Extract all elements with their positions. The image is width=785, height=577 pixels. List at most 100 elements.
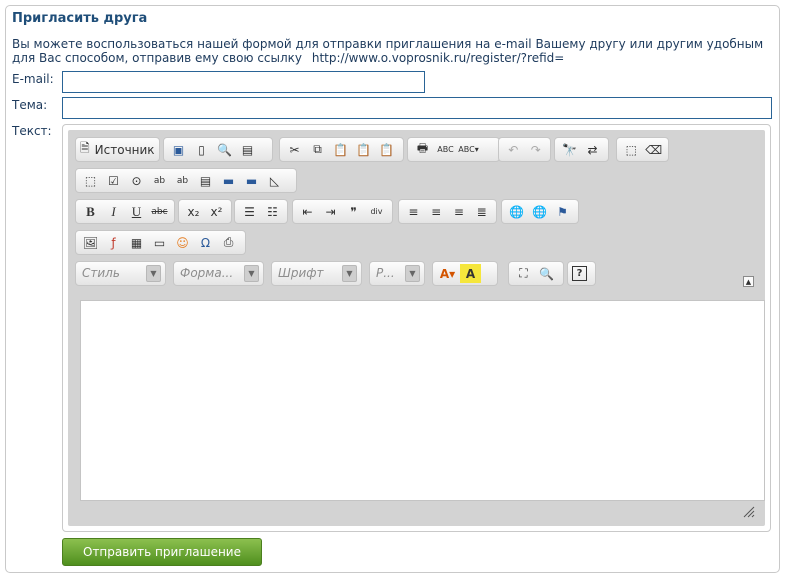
email-field[interactable] <box>62 71 425 93</box>
preview-icon[interactable]: 🔍 <box>214 140 235 159</box>
toolbar-group-forms: ⬚ ☑ ⊙ ab ab ▤ ▬ ▬ ◺ <box>75 168 297 193</box>
toolbar-group-basic-styles: B I U abc <box>75 199 175 224</box>
chevron-down-icon: ▼ <box>405 265 420 282</box>
text-color-icon[interactable]: A▾ <box>437 264 458 283</box>
align-center-icon[interactable]: ≡ <box>426 202 447 221</box>
subject-label: Тема: <box>12 98 48 112</box>
page-title: Пригласить друга <box>12 11 148 26</box>
undo-icon[interactable]: ↶ <box>503 140 524 159</box>
spellcheck-dropdown-icon[interactable]: ABC▾ <box>458 140 479 159</box>
collapse-toolbar-icon[interactable]: ▲ <box>743 276 754 287</box>
paste-icon[interactable]: 📋 <box>330 140 351 159</box>
style-select[interactable]: Стиль ▼ <box>75 261 166 286</box>
toolbar-group-links: 🌐 🌐 ⚑ <box>501 199 579 224</box>
chevron-down-icon: ▼ <box>244 265 259 282</box>
indent-icon[interactable]: ⇥ <box>320 202 341 221</box>
description: Вы можете воспользоваться нашей формой д… <box>12 37 772 65</box>
form-icon[interactable]: ⬚ <box>80 171 101 190</box>
bg-color-icon[interactable]: A <box>460 264 481 283</box>
toolbar-group-insert: 🖼 ƒ ▦ ▭ ☺ Ω ⎙ <box>75 230 246 255</box>
numbered-list-icon[interactable]: ☰ <box>239 202 260 221</box>
toolbar-group-file: ▣ ▯ 🔍 ▤ <box>163 137 273 162</box>
toolbar-group-lists: ☰ ☷ <box>234 199 288 224</box>
email-label: E-mail: <box>12 72 54 86</box>
editor-chrome: 🗎 Источник ▣ ▯ 🔍 ▤ ✂ ⧉ 📋 📋 📋 🖶 ABC ABC▾ … <box>68 130 765 526</box>
maximize-icon[interactable]: ⛶ <box>513 264 534 283</box>
special-char-icon[interactable]: Ω <box>195 233 216 252</box>
align-right-icon[interactable]: ≡ <box>449 202 470 221</box>
templates-icon[interactable]: ▤ <box>237 140 258 159</box>
horizontal-rule-icon[interactable]: ▭ <box>149 233 170 252</box>
editor-content-area[interactable] <box>80 300 765 501</box>
cut-icon[interactable]: ✂ <box>284 140 305 159</box>
div-icon[interactable]: div <box>366 202 387 221</box>
anchor-icon[interactable]: ⚑ <box>552 202 573 221</box>
unlink-icon[interactable]: 🌐 <box>529 202 550 221</box>
paste-text-icon[interactable]: 📋 <box>353 140 374 159</box>
source-button[interactable]: Источник <box>92 140 158 159</box>
style-placeholder: Стиль <box>82 266 120 280</box>
toolbar-group-colors: A▾ A <box>432 261 498 286</box>
checkbox-icon[interactable]: ☑ <box>103 171 124 190</box>
bulleted-list-icon[interactable]: ☷ <box>262 202 283 221</box>
bold-icon[interactable]: B <box>80 202 101 221</box>
toolbar-group-about: ? <box>567 261 596 286</box>
copy-icon[interactable]: ⧉ <box>307 140 328 159</box>
resize-handle-icon[interactable] <box>743 506 755 518</box>
outdent-icon[interactable]: ⇤ <box>297 202 318 221</box>
document-icon: 🗎 <box>80 141 90 155</box>
smiley-icon[interactable]: ☺ <box>172 233 193 252</box>
chevron-down-icon: ▼ <box>342 265 357 282</box>
select-all-icon[interactable]: ⬚ <box>621 140 642 159</box>
image-icon[interactable]: 🖼 <box>80 233 101 252</box>
flash-icon[interactable]: ƒ <box>103 233 124 252</box>
format-select[interactable]: Форма... ▼ <box>173 261 264 286</box>
toolbar-group-clipboard: ✂ ⧉ 📋 📋 📋 <box>279 137 404 162</box>
superscript-icon[interactable]: x² <box>206 202 227 221</box>
table-icon[interactable]: ▦ <box>126 233 147 252</box>
redo-icon[interactable]: ↷ <box>526 140 547 159</box>
size-select[interactable]: Р... ▼ <box>369 261 425 286</box>
justify-icon[interactable]: ≣ <box>471 202 492 221</box>
remove-format-icon[interactable]: ⌫ <box>644 140 665 159</box>
text-label: Текст: <box>12 124 52 138</box>
font-select[interactable]: Шрифт ▼ <box>271 261 362 286</box>
print-icon[interactable]: 🖶 <box>412 140 433 159</box>
toolbar-group-align: ≡ ≡ ≡ ≣ <box>398 199 497 224</box>
link-icon[interactable]: 🌐 <box>506 202 527 221</box>
textarea-icon[interactable]: ab <box>172 171 193 190</box>
spellcheck-icon[interactable]: ABC <box>435 140 456 159</box>
show-blocks-icon[interactable]: 🔍 <box>536 264 557 283</box>
subject-field[interactable] <box>62 97 772 119</box>
underline-icon[interactable]: U <box>126 202 147 221</box>
toolbar-group-indent: ⇤ ⇥ ❞ div <box>292 199 393 224</box>
submit-invite-button[interactable]: Отправить приглашение <box>62 538 262 566</box>
strikethrough-icon[interactable]: abc <box>149 202 170 221</box>
italic-icon[interactable]: I <box>103 202 124 221</box>
page-break-icon[interactable]: ⎙ <box>218 233 239 252</box>
size-placeholder: Р... <box>376 266 395 280</box>
radio-icon[interactable]: ⊙ <box>126 171 147 190</box>
about-icon[interactable]: ? <box>572 266 587 281</box>
chevron-down-icon: ▼ <box>146 265 161 282</box>
replace-icon[interactable]: ⇄ <box>582 140 603 159</box>
toolbar-group-tools: ⛶ 🔍 <box>508 261 564 286</box>
font-placeholder: Шрифт <box>278 266 324 280</box>
paste-word-icon[interactable]: 📋 <box>376 140 397 159</box>
toolbar-group-history: ↶ ↷ <box>498 137 551 162</box>
find-icon[interactable]: 🔭 <box>559 140 580 159</box>
select-icon[interactable]: ▤ <box>195 171 216 190</box>
save-icon[interactable]: ▣ <box>168 140 189 159</box>
toolbar-group-script: x₂ x² <box>178 199 232 224</box>
textfield-icon[interactable]: ab <box>149 171 170 190</box>
hidden-field-icon[interactable]: ◺ <box>264 171 285 190</box>
align-left-icon[interactable]: ≡ <box>403 202 424 221</box>
toolbar-group-print: 🖶 ABC ABC▾ <box>407 137 500 162</box>
image-button-icon[interactable]: ▬ <box>241 171 262 190</box>
referral-url: http://www.o.voprosnik.ru/register/?refi… <box>311 51 565 65</box>
subscript-icon[interactable]: x₂ <box>183 202 204 221</box>
new-page-icon[interactable]: ▯ <box>191 140 212 159</box>
blockquote-icon[interactable]: ❞ <box>343 202 364 221</box>
button-icon[interactable]: ▬ <box>218 171 239 190</box>
toolbar-group-select: ⬚ ⌫ <box>616 137 669 162</box>
